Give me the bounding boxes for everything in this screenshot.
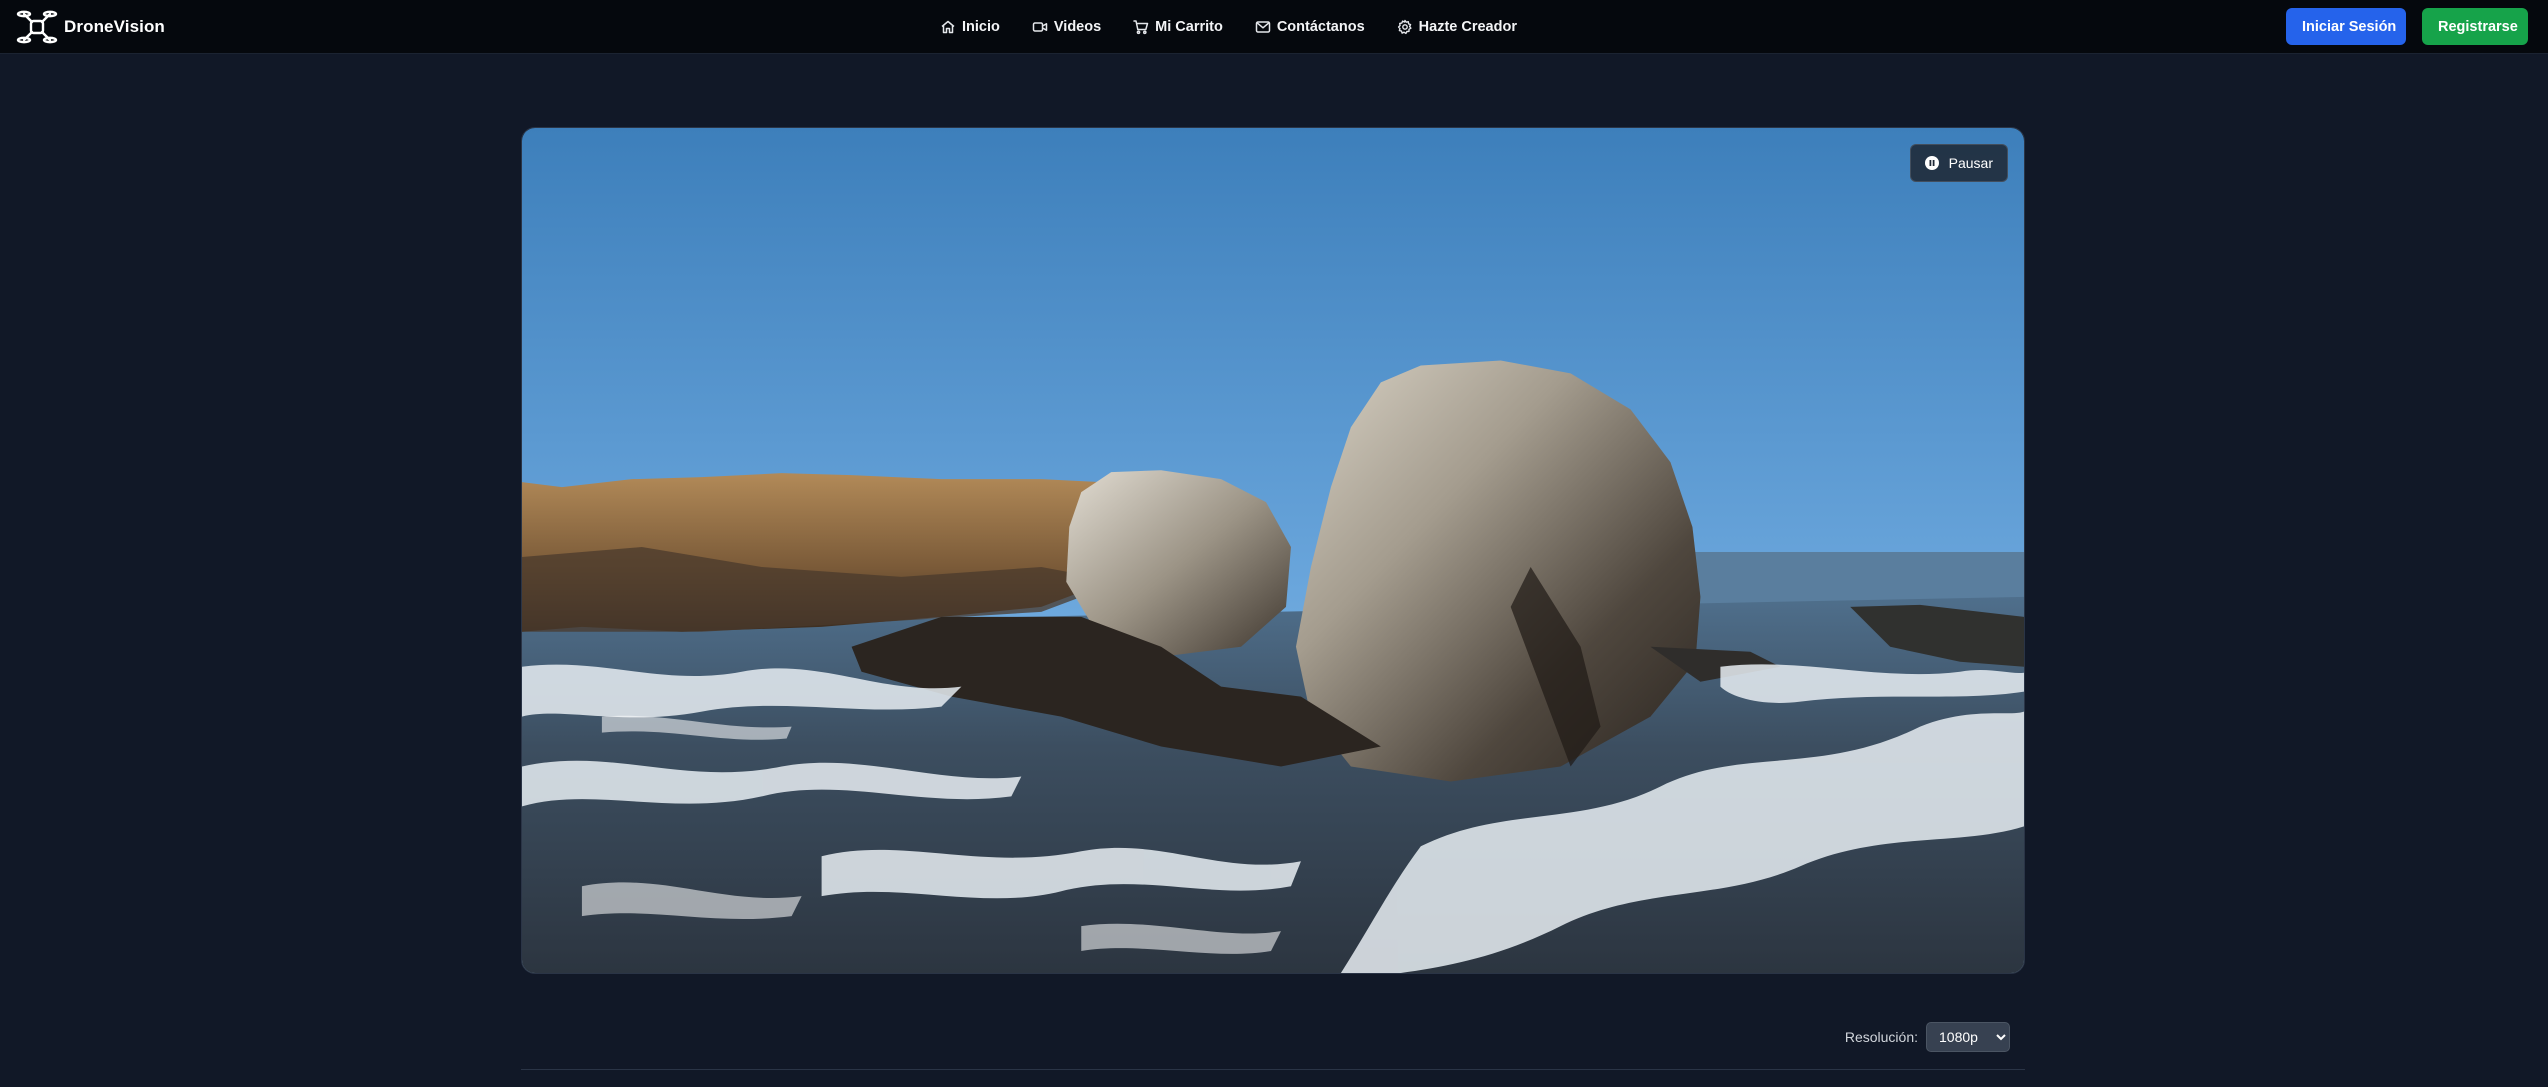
video-frame — [522, 128, 2024, 973]
auth-actions: Iniciar Sesión Registrarse — [2286, 8, 2528, 45]
nav-item-label: Inicio — [962, 19, 1000, 35]
nav-item-label: Videos — [1053, 19, 1102, 35]
video-camera-icon — [1032, 22, 1048, 32]
cart-icon — [1133, 20, 1149, 35]
resolution-select[interactable]: 1080p — [1926, 1022, 2010, 1052]
gear-icon — [1397, 19, 1412, 35]
nav-item-videos[interactable]: Videos — [1032, 19, 1101, 35]
main-nav: Inicio Videos Mi Carrito Contáctanos Haz… — [940, 0, 1517, 54]
nav-item-label: Hazte Creador — [1418, 19, 1517, 35]
nav-item-label: Mi Carrito — [1155, 19, 1223, 35]
resolution-control: Resolución: 1080p — [1845, 1022, 2010, 1052]
pause-label: Pausar — [1948, 155, 1993, 171]
nav-item-label: Contáctanos — [1276, 19, 1365, 35]
nav-item-inicio[interactable]: Inicio — [940, 19, 1000, 35]
top-navbar: DroneVision Inicio Videos Mi Carrito Con… — [0, 0, 2548, 54]
login-button[interactable]: Iniciar Sesión — [2286, 8, 2406, 45]
brand[interactable]: DroneVision — [16, 8, 165, 46]
video-player[interactable]: Pausar — [521, 127, 2025, 974]
brand-name: DroneVision — [64, 17, 165, 36]
mail-icon — [1255, 21, 1271, 33]
register-button[interactable]: Registrarse — [2422, 8, 2528, 45]
pause-button[interactable]: Pausar — [1909, 144, 2008, 182]
nav-item-contactanos[interactable]: Contáctanos — [1255, 19, 1365, 35]
divider — [521, 1069, 2025, 1070]
nav-item-hazte-creador[interactable]: Hazte Creador — [1397, 19, 1517, 35]
pause-icon — [1924, 156, 1939, 170]
home-icon — [941, 20, 955, 34]
drone-logo-icon — [16, 10, 58, 44]
resolution-label: Resolución: — [1844, 1029, 1918, 1045]
nav-item-mi-carrito[interactable]: Mi Carrito — [1133, 19, 1223, 35]
